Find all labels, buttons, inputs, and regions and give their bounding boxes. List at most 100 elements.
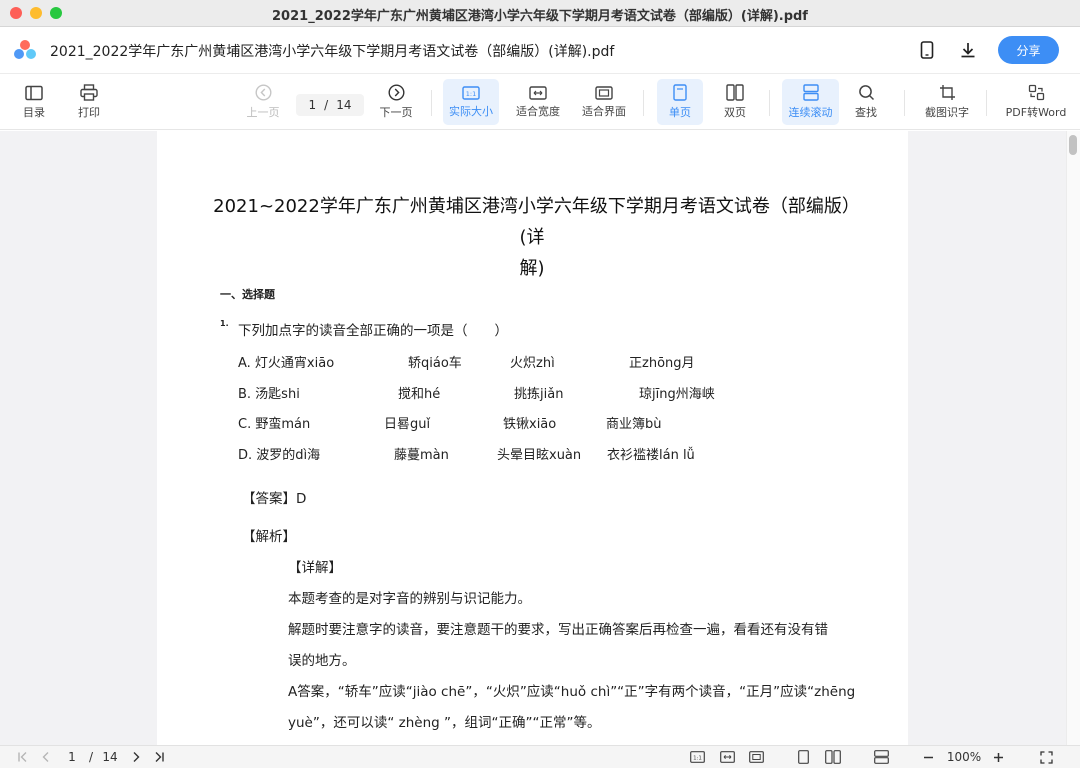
prev-page-icon[interactable] (39, 749, 53, 765)
actual-size-button[interactable]: 1:1 实际大小 (443, 79, 499, 125)
continuous-scroll-icon (802, 84, 819, 101)
fit-page-icon (595, 85, 613, 100)
sidebar-icon (25, 85, 43, 100)
toc-button[interactable]: 目录 (14, 79, 54, 125)
prev-page-label: 上一页 (246, 106, 280, 119)
ocr-button[interactable]: 截图识字 (919, 79, 975, 125)
single-page-icon[interactable] (796, 749, 810, 765)
fit-page-button[interactable]: 适合界面 (577, 79, 631, 125)
single-page-icon (673, 84, 687, 101)
continuous-scroll-icon[interactable] (872, 749, 890, 765)
status-bar: 1 / 14 1:1 100% (0, 745, 1080, 768)
option-b-1: B. 汤匙shi (238, 387, 300, 402)
double-page-icon (726, 84, 744, 101)
page-number-input[interactable]: 1 / 14 (296, 94, 364, 116)
chevron-right-circle-icon (387, 84, 405, 101)
share-button[interactable]: 分享 (998, 36, 1059, 64)
next-page-button[interactable]: 下一页 (376, 79, 416, 125)
actual-size-icon: 1:1 (462, 85, 480, 100)
detail-line-4: A答案，“轿车”应读“jiào chē”，“火炽”应读“huǒ chì”“正”字… (288, 684, 856, 700)
toc-label: 目录 (23, 105, 45, 119)
fit-width-icon[interactable] (719, 749, 735, 765)
toolbar-divider (431, 90, 432, 116)
fit-page-label: 适合界面 (582, 104, 626, 118)
fit-width-button[interactable]: 适合宽度 (511, 79, 565, 125)
fit-page-icon[interactable] (748, 749, 764, 765)
option-c-4: 商业簿bù (606, 417, 662, 432)
question-text: 下列加点字的读音全部正确的一项是（ ） (238, 323, 508, 339)
status-current-page[interactable]: 1 (66, 749, 78, 765)
option-d-1: D. 波罗的dì海 (238, 448, 321, 463)
toolbar: 目录 打印 上一页 1 / 14 下一页 1:1 实际大小 适合宽度 适合界面 … (0, 75, 1080, 130)
pdf-page: 2021~2022学年广东广州黄埔区港湾小学六年级下学期月考语文试卷（部编版）(… (157, 131, 908, 745)
option-b-3: 挑拣jiǎn (514, 387, 564, 402)
download-icon[interactable] (957, 39, 979, 61)
document-heading: 2021~2022学年广东广州黄埔区港湾小学六年级下学期月考语文试卷（部编版）(… (212, 191, 852, 284)
heading-line-1: 2021~2022学年广东广州黄埔区港湾小学六年级下学期月考语文试卷（部编版）(… (213, 196, 851, 248)
prev-page-button[interactable]: 上一页 (243, 79, 283, 125)
option-a-1: A. 灯火通宵xiāo (238, 356, 335, 371)
option-c-1: C. 野蛮mán (238, 417, 311, 432)
status-total-pages: 14 (102, 750, 118, 764)
actual-size-icon[interactable]: 1:1 (689, 749, 705, 765)
svg-text:1:1: 1:1 (693, 756, 702, 762)
fullscreen-icon[interactable] (1038, 749, 1054, 765)
toolbar-divider (643, 90, 644, 116)
option-d-2: 藤蔓màn (394, 448, 449, 463)
option-a-3: 火炽zhì (510, 356, 555, 371)
current-page: 1 (308, 98, 317, 112)
option-c-2: 日晷guǐ (384, 417, 431, 432)
vertical-scrollbar[interactable] (1066, 131, 1080, 745)
document-title: 2021_2022学年广东广州黄埔区港湾小学六年级下学期月考语文试卷（部编版）(… (50, 44, 615, 60)
pdf-to-word-button[interactable]: PDF转Word (1000, 79, 1072, 125)
last-page-icon[interactable] (152, 749, 166, 765)
single-page-label: 单页 (669, 106, 691, 119)
option-a-2: 轿qiáo车 (408, 356, 462, 371)
double-page-button[interactable]: 双页 (713, 79, 757, 125)
print-button[interactable]: 打印 (69, 79, 109, 125)
first-page-icon[interactable] (16, 749, 30, 765)
zoom-out-icon[interactable] (921, 749, 935, 765)
printer-icon (80, 84, 98, 101)
page-separator: / (324, 98, 329, 112)
total-pages: 14 (336, 98, 352, 112)
fit-width-label: 适合宽度 (516, 104, 560, 118)
section-title: 一、选择题 (220, 288, 275, 301)
window-title: 2021_2022学年广东广州黄埔区港湾小学六年级下学期月考语文试卷（部编版）(… (272, 9, 808, 24)
title-bar: 2021_2022学年广东广州黄埔区港湾小学六年级下学期月考语文试卷（部编版）(… (0, 0, 1080, 27)
detail-line-3: 误的地方。 (288, 653, 356, 669)
next-page-icon[interactable] (129, 749, 143, 765)
mobile-icon[interactable] (916, 39, 938, 61)
crop-icon (939, 85, 955, 100)
toolbar-divider (904, 90, 905, 116)
detail-line-5: yuè”，还可以读“ zhèng ”，组词“正确”“正常”等。 (288, 715, 601, 731)
search-icon (858, 85, 874, 101)
document-viewer[interactable]: 2021~2022学年广东广州黄埔区港湾小学六年级下学期月考语文试卷（部编版）(… (0, 131, 1080, 745)
continuous-scroll-label: 连续滚动 (788, 106, 833, 119)
double-page-label: 双页 (724, 106, 746, 119)
toolbar-divider (769, 90, 770, 116)
toolbar-divider (986, 90, 987, 116)
single-page-button[interactable]: 单页 (657, 79, 703, 125)
option-c-3: 铁锹xiāo (503, 417, 557, 432)
continuous-scroll-button[interactable]: 连续滚动 (782, 79, 839, 125)
actual-size-label: 实际大小 (449, 104, 493, 118)
scrollbar-thumb[interactable] (1069, 135, 1077, 155)
print-label: 打印 (78, 106, 100, 119)
option-d-4: 衣衫褴褛lán lǚ (607, 448, 695, 463)
app-logo-icon (14, 40, 36, 59)
convert-icon (1028, 84, 1044, 101)
option-b-4: 琼jīng州海峡 (639, 387, 715, 402)
option-b-2: 搅和hé (398, 387, 441, 402)
zoom-level[interactable]: 100% (944, 749, 984, 765)
pdf-to-word-label: PDF转Word (1005, 106, 1067, 119)
double-page-icon[interactable] (824, 749, 842, 765)
analysis-label: 【解析】 (242, 529, 296, 545)
zoom-in-icon[interactable] (991, 749, 1005, 765)
option-d-3: 头晕目眩xuàn (497, 448, 582, 463)
answer-line: 【答案】D (242, 491, 307, 507)
search-button[interactable]: 查找 (846, 79, 886, 125)
search-label: 查找 (855, 106, 877, 119)
option-a-4: 正zhōng月 (629, 356, 695, 371)
chevron-left-circle-icon (254, 84, 272, 101)
